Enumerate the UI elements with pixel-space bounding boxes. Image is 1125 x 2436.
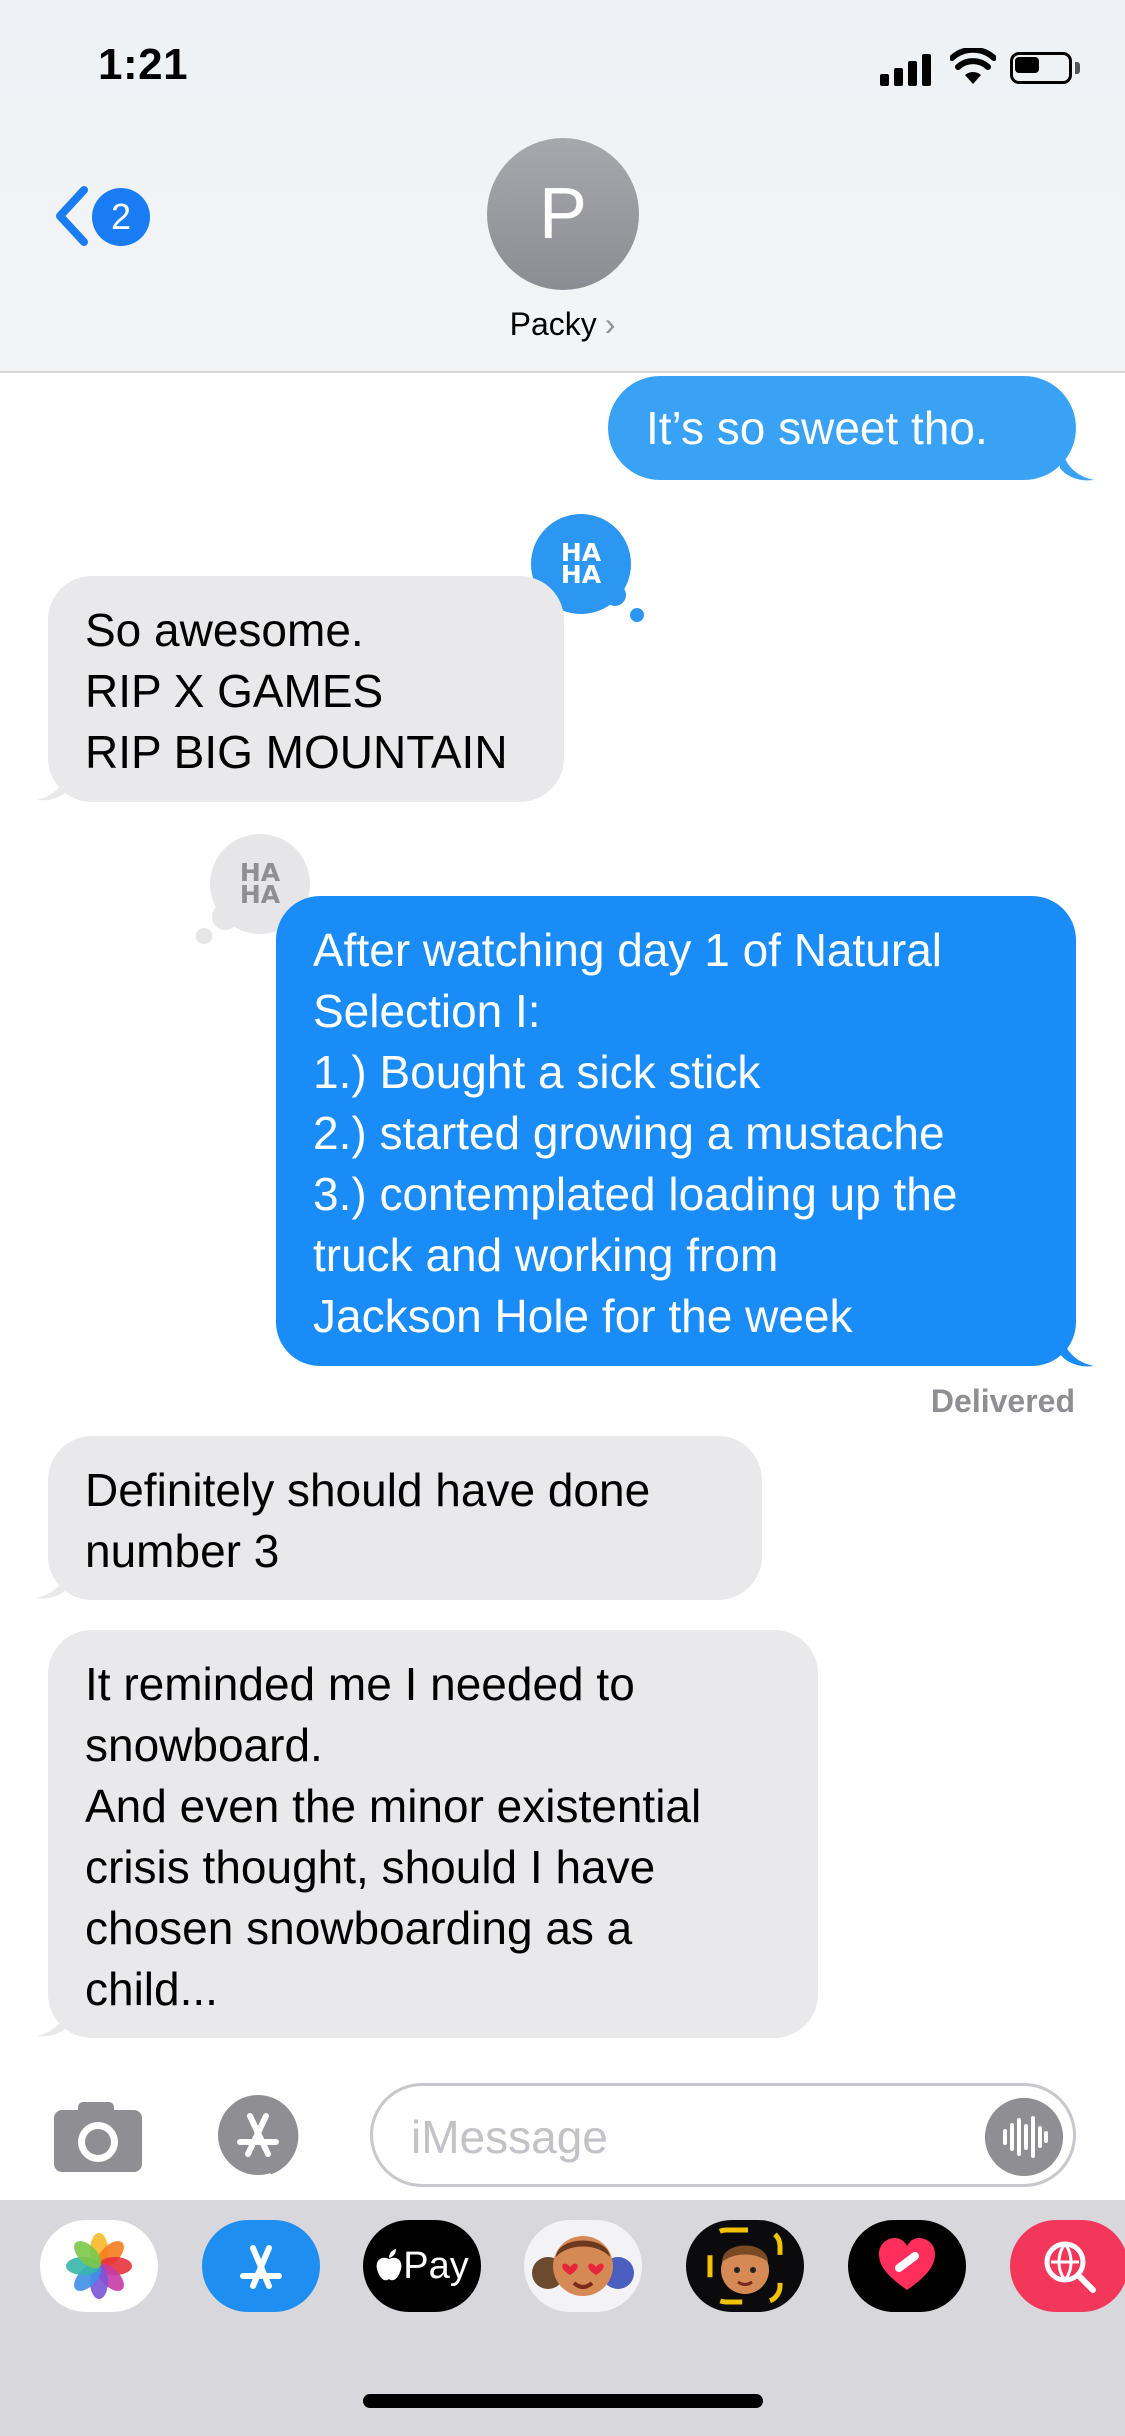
message-text: crisis thought, should I have — [85, 1841, 656, 1893]
message-text: 1.) Bought a sick stick — [313, 1046, 761, 1098]
contact-name-button[interactable]: Packy › — [0, 306, 1125, 343]
memoji-stickers-icon[interactable] — [524, 2220, 642, 2312]
sent-message-bubble[interactable]: After watching day 1 of Natural Selectio… — [276, 896, 1076, 1366]
message-text: So awesome. — [85, 604, 364, 656]
bubble-tail — [36, 1560, 70, 1599]
message-text: number 3 — [85, 1525, 280, 1577]
message-text: 2.) started growing a mustache — [313, 1107, 945, 1159]
app-store-icon[interactable] — [210, 2092, 320, 2178]
message-input[interactable]: iMessage — [370, 2083, 1076, 2187]
received-message-bubble[interactable]: Definitely should have done number 3 — [48, 1436, 762, 1600]
home-indicator[interactable] — [363, 2394, 763, 2408]
back-button[interactable]: 2 — [46, 172, 156, 262]
photos-icon[interactable] — [40, 2220, 158, 2312]
tapback-dot — [196, 928, 212, 944]
message-text: 3.) contemplated loading up the — [313, 1168, 958, 1220]
message-text: truck and working from — [313, 1229, 779, 1281]
cellular-signal-icon — [880, 52, 934, 86]
delivery-status: Delivered — [930, 1383, 1075, 1419]
apple-pay-label: Pay — [403, 2244, 469, 2287]
tapback-text: HA — [239, 880, 281, 909]
wifi-icon — [950, 48, 996, 84]
message-text: Selection I: — [313, 985, 541, 1037]
message-text: chosen snowboarding as a — [85, 1902, 633, 1954]
conversation-header: 1:21 2 P Packy › — [0, 0, 1125, 373]
web-images-icon[interactable] — [1010, 2220, 1125, 2312]
apple-pay-icon[interactable]: Pay — [363, 2220, 481, 2312]
received-message-bubble[interactable]: It reminded me I needed to snowboard. An… — [48, 1630, 818, 2038]
contact-avatar[interactable]: P — [487, 138, 639, 290]
message-text: And even the minor existential — [85, 1780, 702, 1832]
tapback-dot — [604, 584, 626, 606]
tapback-dot — [630, 608, 644, 622]
app-store-icon[interactable] — [202, 2220, 320, 2312]
message-text: It reminded me I needed to — [85, 1658, 635, 1710]
sent-message-bubble[interactable]: It’s so sweet tho. — [608, 376, 1076, 480]
status-time: 1:21 — [98, 40, 189, 89]
unread-count-badge: 2 — [92, 188, 150, 246]
message-text: child... — [85, 1963, 218, 2015]
contact-name: Packy — [509, 306, 597, 342]
bubble-tail — [36, 1998, 70, 2037]
memoji-icon[interactable] — [686, 2220, 804, 2312]
message-text: snowboard. — [85, 1719, 323, 1771]
battery-icon — [1010, 52, 1080, 84]
message-text: Jackson Hole for the week — [313, 1290, 853, 1342]
received-message-bubble[interactable]: So awesome. RIP X GAMES RIP BIG MOUNTAIN — [48, 576, 564, 802]
chevron-left-icon — [56, 186, 88, 246]
chevron-right-icon: › — [604, 306, 616, 342]
message-text: It’s so sweet tho. — [646, 402, 988, 454]
message-text: RIP BIG MOUNTAIN — [85, 726, 508, 778]
digital-touch-icon[interactable] — [848, 2220, 966, 2312]
camera-icon[interactable] — [50, 2098, 146, 2174]
message-text: RIP X GAMES — [85, 665, 384, 717]
input-placeholder: iMessage — [411, 2111, 608, 2163]
message-text: Definitely should have done — [85, 1464, 651, 1516]
tapback-text: HA — [560, 560, 602, 589]
audio-message-icon[interactable] — [985, 2098, 1063, 2176]
message-text: After watching day 1 of Natural — [313, 924, 942, 976]
